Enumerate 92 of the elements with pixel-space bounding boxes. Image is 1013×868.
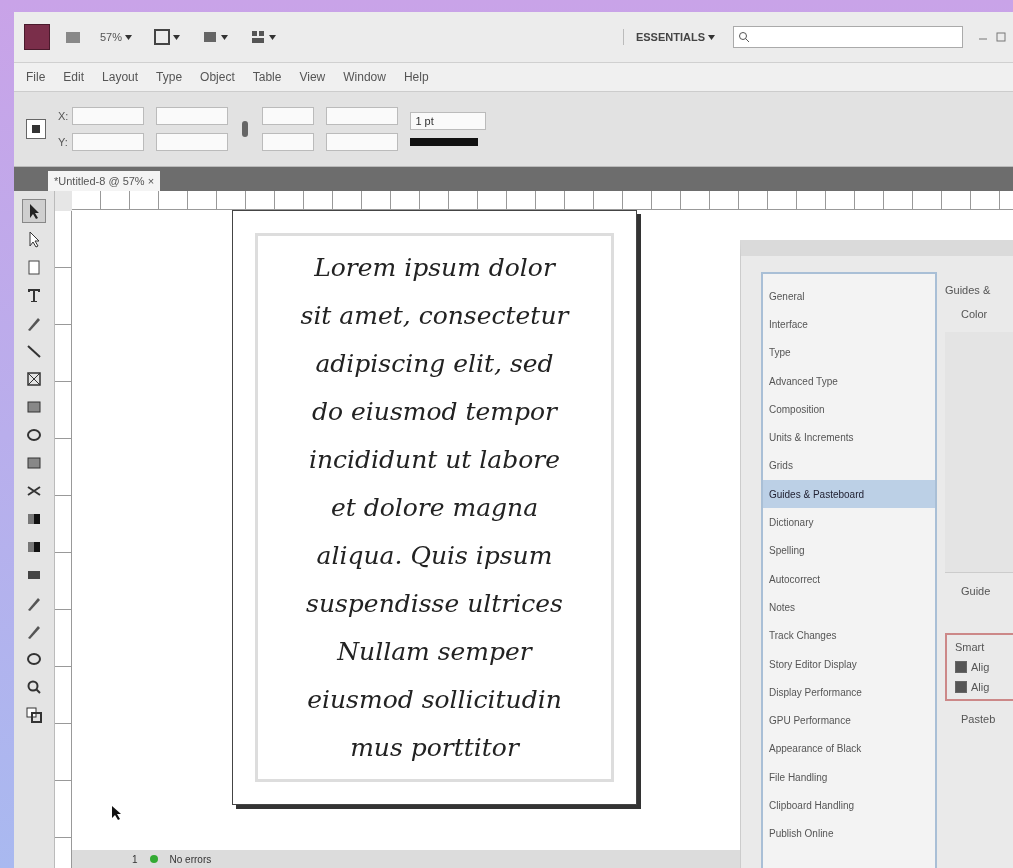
rotate-field[interactable]: [326, 107, 399, 125]
height-field[interactable]: [156, 133, 229, 151]
x-label: X:: [58, 110, 69, 122]
workspace-dropdown[interactable]: ESSENTIALS: [622, 29, 719, 45]
script-text-line: eiusmod sollicitudin: [307, 683, 562, 716]
category-item[interactable]: Composition: [763, 395, 935, 424]
category-item[interactable]: Story Editor Display: [763, 649, 935, 679]
category-item[interactable]: Spelling: [763, 536, 935, 565]
menu-item[interactable]: Object: [198, 68, 237, 86]
frame-icon: [154, 29, 171, 45]
zoom-dropdown[interactable]: 57%: [96, 29, 137, 45]
checkbox[interactable]: [955, 661, 967, 673]
menu-item[interactable]: Table: [250, 68, 284, 86]
tool-icon: [25, 426, 43, 444]
category-item[interactable]: Track Changes: [763, 621, 935, 650]
search-icon: [738, 31, 750, 43]
script-text-line: Nullam semper: [337, 635, 532, 668]
pasteboard-label: Pasteb: [960, 713, 997, 725]
shear-field[interactable]: [326, 133, 399, 151]
category-item[interactable]: Dictionary: [763, 508, 935, 537]
category-item[interactable]: Interface: [763, 310, 935, 339]
tool-icon: [25, 258, 43, 276]
category-item[interactable]: Display Performance: [763, 678, 935, 707]
preflight-status: No errors: [169, 853, 212, 865]
screen-icon: [202, 29, 219, 45]
menu-item[interactable]: Type: [154, 68, 185, 86]
category-item[interactable]: Autocorrect: [763, 564, 935, 594]
stroke-type-swatch[interactable]: [410, 138, 479, 146]
category-item[interactable]: Units & Increments: [763, 423, 935, 452]
checkbox-label: Alig: [971, 661, 990, 673]
caret-icon: [173, 34, 181, 40]
category-item[interactable]: Type: [763, 338, 935, 367]
menu-item[interactable]: Window: [341, 68, 388, 86]
menu-item[interactable]: Edit: [61, 68, 87, 86]
category-item[interactable]: Notes: [763, 593, 935, 622]
script-text-line: suspendisse ultrices: [306, 587, 563, 620]
category-item[interactable]: Grids: [763, 451, 935, 481]
page-number[interactable]: 1: [132, 853, 138, 865]
menu-item[interactable]: Help: [401, 68, 431, 86]
category-item[interactable]: File Handling: [763, 763, 935, 792]
script-text-line: sit amet, consectetur: [300, 299, 569, 332]
caret-icon: [125, 34, 133, 40]
script-text-line: Lorem ipsum dolor: [314, 251, 555, 284]
checkbox-label: Alig: [971, 681, 990, 693]
checkbox[interactable]: [955, 681, 967, 693]
category-item[interactable]: General: [763, 282, 935, 311]
script-text-line: do eiusmod tempor: [312, 395, 557, 428]
chain-icon[interactable]: [240, 119, 251, 139]
tool-button[interactable]: [22, 199, 46, 223]
tool-icon: [25, 454, 43, 472]
category-item[interactable]: Clipboard Handling: [763, 791, 935, 820]
script-text-line: et dolore magna: [330, 491, 539, 524]
category-item[interactable]: Appearance of Black: [763, 734, 935, 764]
x-field[interactable]: [72, 107, 145, 125]
menu-item[interactable]: View: [297, 68, 328, 86]
tool-icon: [25, 342, 43, 360]
caret-icon: [221, 34, 229, 40]
category-item[interactable]: Advanced Type: [763, 366, 935, 396]
script-text-line: incididunt ut labore: [308, 443, 561, 476]
search-field[interactable]: [733, 26, 963, 48]
mouse-pointer-icon: [112, 806, 122, 820]
section-heading: Guides &: [945, 284, 992, 296]
tool-icon: [25, 370, 43, 388]
caret-icon: [269, 34, 277, 40]
document-tab[interactable]: *Untitled-8 @ 57% ×: [48, 171, 161, 191]
category-item[interactable]: GPU Performance: [763, 706, 935, 735]
script-text-line: mus porttitor: [350, 731, 519, 764]
guide-label: Guide: [960, 585, 992, 597]
y-label: Y:: [58, 136, 68, 148]
stroke-weight-field[interactable]: 1 pt: [410, 112, 487, 130]
menu-item[interactable]: Layout: [100, 68, 141, 86]
tool-icon: [25, 706, 43, 724]
tool-icon: [25, 398, 43, 416]
color-label: Color: [960, 308, 989, 320]
preflight-status-dot: [149, 855, 158, 863]
category-item[interactable]: Guides & Pasteboard: [763, 480, 935, 509]
reference-point-icon[interactable]: [26, 119, 46, 139]
scale-x-field[interactable]: [262, 107, 315, 125]
tool-icon: [25, 286, 43, 304]
menu-item[interactable]: File: [24, 68, 48, 86]
width-field[interactable]: [156, 107, 229, 125]
maximize-icon[interactable]: [995, 31, 1007, 43]
group-title: Smart: [955, 641, 986, 653]
script-text-line: aliqua. Quis ipsum: [316, 539, 553, 572]
scale-y-field[interactable]: [262, 133, 315, 151]
tool-icon: [25, 650, 43, 668]
caret-icon: [708, 34, 715, 40]
y-field[interactable]: [71, 133, 144, 151]
grid-icon: [250, 29, 267, 45]
category-item[interactable]: Publish Online: [763, 819, 935, 848]
tool-icon: [25, 678, 43, 696]
script-text-line: adipiscing elit, sed: [315, 347, 554, 380]
